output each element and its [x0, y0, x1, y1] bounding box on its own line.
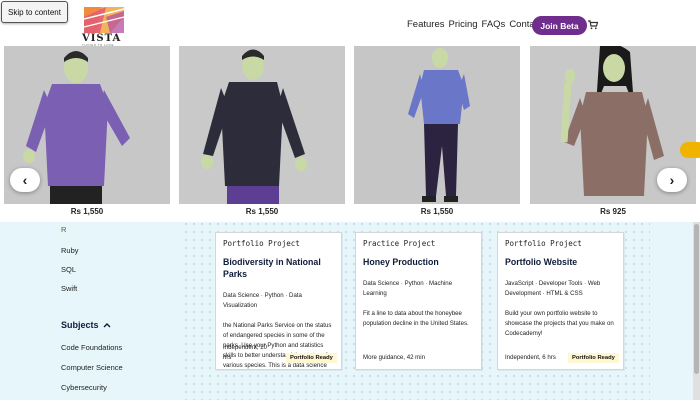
project-meta: More guidance, 42 min	[363, 354, 425, 361]
project-description: Fit a line to data about the honeybee po…	[363, 310, 469, 327]
project-title: Honey Production	[363, 257, 439, 267]
product-carousel: Rs 1,550 Rs 1,550 Rs 1,550 Rs 925 ‹ ›	[0, 46, 700, 222]
project-tags: Data Science · Python · Data Visualizati…	[223, 292, 302, 309]
filter-item-sql[interactable]: SQL	[61, 265, 76, 274]
product-price: Rs 1,550	[70, 207, 104, 216]
product-card[interactable]: Rs 1,550	[354, 46, 520, 222]
model-photo	[354, 46, 520, 204]
project-title: Biodiversity in National Parks	[223, 257, 321, 279]
product-image	[354, 46, 520, 204]
page-scrollbar[interactable]	[693, 222, 700, 400]
filter-item-swift[interactable]: Swift	[61, 284, 77, 293]
product-card[interactable]: Rs 925	[530, 46, 696, 222]
project-meta: Independent, 20 hrs	[223, 344, 268, 361]
carousel-prev-button[interactable]: ‹	[10, 168, 40, 192]
project-description: Build your own portfolio website to show…	[505, 310, 614, 337]
portfolio-ready-badge: Portfolio Ready	[286, 353, 337, 363]
filter-item-ruby[interactable]: Ruby	[61, 246, 79, 255]
chevron-up-icon	[103, 323, 111, 328]
product-card[interactable]: Rs 1,550	[4, 46, 170, 222]
filter-item-r[interactable]: R	[61, 225, 66, 234]
project-kind: Portfolio Project	[505, 239, 582, 248]
model-photo	[179, 46, 345, 204]
catalog-section: R Ruby SQL Swift Subjects Code Foundatio…	[0, 222, 700, 400]
filter-item-code-foundations[interactable]: Code Foundations	[61, 343, 122, 352]
join-beta-button[interactable]: Join Beta	[532, 16, 587, 35]
project-card[interactable]: Portfolio Project Portfolio Website Java…	[497, 232, 624, 370]
cart-icon[interactable]	[588, 20, 598, 30]
nav-features[interactable]: Features	[407, 19, 445, 30]
product-price: Rs 1,550	[420, 207, 454, 216]
project-kind: Practice Project	[363, 239, 436, 248]
main-nav: Features Pricing FAQs Contact	[407, 19, 542, 30]
subjects-heading: Subjects	[61, 320, 99, 330]
project-title: Portfolio Website	[505, 257, 578, 267]
product-price: Rs 1,550	[245, 207, 279, 216]
promo-badge[interactable]	[680, 142, 700, 158]
project-tags: Data Science · Python · Machine Learning	[363, 280, 453, 297]
product-image	[179, 46, 345, 204]
nav-pricing[interactable]: Pricing	[449, 19, 478, 30]
nav-faqs[interactable]: FAQs	[482, 19, 506, 30]
filter-item-computer-science[interactable]: Computer Science	[61, 363, 123, 372]
portfolio-ready-badge: Portfolio Ready	[568, 353, 619, 363]
product-card[interactable]: Rs 1,550	[179, 46, 345, 222]
product-price: Rs 925	[600, 207, 626, 216]
skip-to-content-link[interactable]: Skip to content	[1, 1, 68, 23]
project-card[interactable]: Portfolio Project Biodiversity in Nation…	[215, 232, 342, 370]
subjects-toggle[interactable]: Subjects	[61, 320, 111, 330]
scrollbar-thumb[interactable]	[694, 224, 699, 374]
project-meta: Independent, 6 hrs	[505, 354, 556, 361]
filter-item-cybersecurity[interactable]: Cybersecurity	[61, 383, 107, 392]
project-kind: Portfolio Project	[223, 239, 300, 248]
logo-mark-icon	[83, 7, 125, 33]
carousel-next-button[interactable]: ›	[657, 168, 687, 192]
project-tags: JavaScript · Developer Tools · Web Devel…	[505, 280, 601, 297]
project-card[interactable]: Practice Project Honey Production Data S…	[355, 232, 482, 370]
